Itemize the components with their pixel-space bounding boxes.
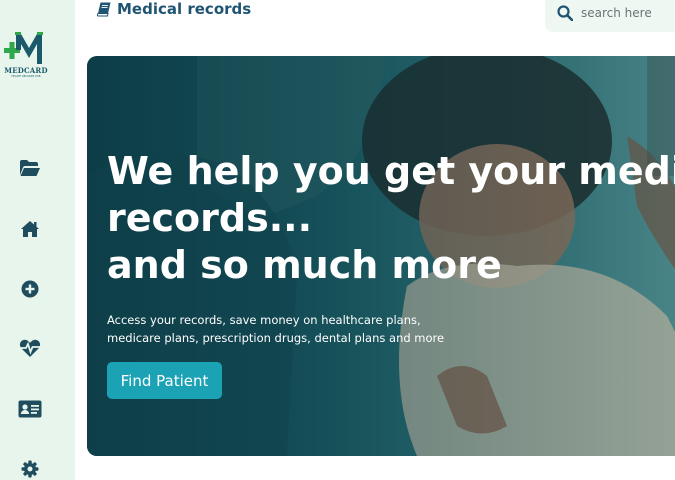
sidebar-item-home[interactable] (17, 218, 43, 240)
sidebar-item-add[interactable] (17, 278, 43, 300)
sidebar-item-patient-id[interactable] (17, 398, 43, 420)
id-card-icon (18, 400, 42, 418)
heartbeat-icon (19, 339, 41, 357)
page-title: Medical records (97, 0, 251, 18)
folder-open-icon (20, 160, 40, 176)
hero-heading-line: and so much more (107, 243, 502, 287)
gear-icon (21, 460, 39, 478)
hero-heading: We help you get your medical records... … (107, 148, 675, 289)
hero-heading-line: records... (107, 196, 313, 240)
book-icon (97, 2, 111, 16)
search-bar[interactable] (545, 0, 675, 32)
sidebar-item-records[interactable] (17, 157, 43, 179)
sidebar: MEDCARD HEALTH RECORDS HUB (0, 0, 75, 480)
plus-circle-icon (21, 280, 39, 298)
hero-subtext-line: Access your records, save money on healt… (107, 313, 421, 327)
sidebar-item-settings[interactable] (17, 458, 43, 480)
logo-mark (4, 32, 43, 64)
home-icon (21, 221, 39, 237)
hero-banner: We help you get your medical records... … (87, 56, 675, 456)
logo-tagline: HEALTH RECORDS HUB (11, 75, 41, 78)
page-title-text: Medical records (117, 0, 252, 18)
search-input[interactable] (581, 6, 671, 20)
hero-subtext-line: medicare plans, prescription drugs, dent… (107, 331, 445, 345)
hero-heading-line: We help you get your medical (107, 149, 675, 193)
medcard-logo[interactable]: MEDCARD HEALTH RECORDS HUB (2, 28, 48, 78)
hero-subtext: Access your records, save money on healt… (107, 311, 447, 347)
search-icon[interactable] (557, 5, 573, 21)
sidebar-item-health[interactable] (17, 337, 43, 359)
find-patient-button[interactable]: Find Patient (107, 362, 222, 399)
logo-name: MEDCARD (4, 66, 48, 75)
